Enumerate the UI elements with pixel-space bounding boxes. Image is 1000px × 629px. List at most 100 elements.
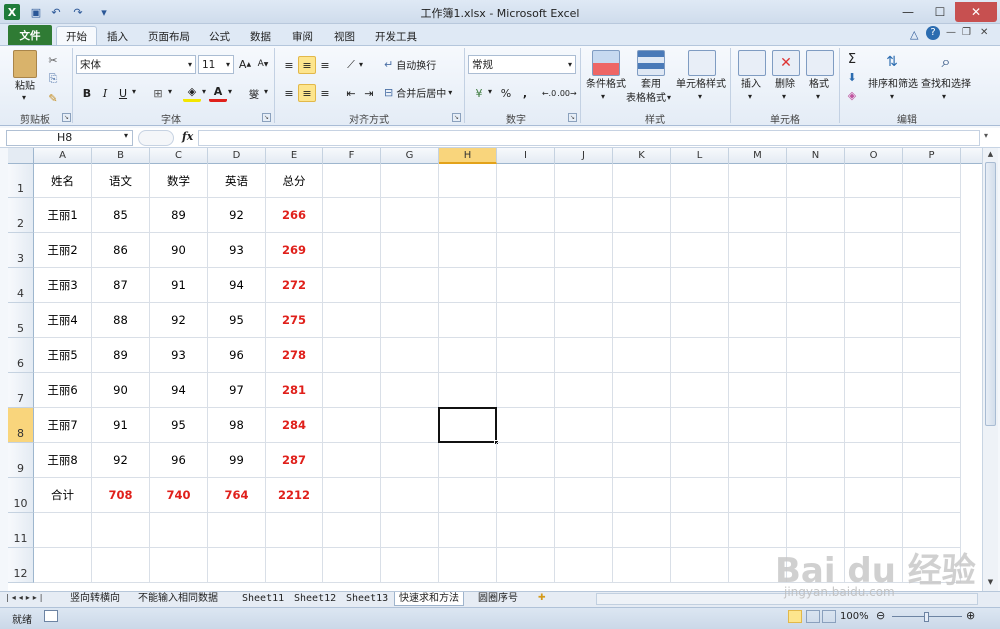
cell-p8[interactable] xyxy=(903,408,961,443)
cell-o8[interactable] xyxy=(845,408,903,443)
sheet-tab-active[interactable]: 快速求和方法 xyxy=(394,592,464,606)
autosum-icon[interactable]: Σ xyxy=(843,50,861,68)
paste-label[interactable]: 粘贴 xyxy=(10,80,40,93)
find-select-icon[interactable]: ⌕ xyxy=(932,50,960,76)
cell-e12[interactable] xyxy=(266,548,323,583)
cell-d6[interactable]: 96 xyxy=(208,338,266,373)
clear-icon[interactable]: ◈ xyxy=(843,86,861,104)
cell-a3[interactable]: 王丽2 xyxy=(34,233,92,268)
cell-h2[interactable] xyxy=(439,198,497,233)
zoom-in-icon[interactable]: ⊕ xyxy=(966,609,975,622)
cell-k2[interactable] xyxy=(613,198,671,233)
cell-a4[interactable]: 王丽3 xyxy=(34,268,92,303)
align-top-icon[interactable]: ≡ xyxy=(280,56,298,74)
paste-icon[interactable] xyxy=(13,50,37,78)
cell-o2[interactable] xyxy=(845,198,903,233)
cell-d12[interactable] xyxy=(208,548,266,583)
cell-g11[interactable] xyxy=(381,513,439,548)
cell-b2[interactable]: 85 xyxy=(92,198,150,233)
cell-a8[interactable]: 王丽7 xyxy=(34,408,92,443)
cell-p10[interactable] xyxy=(903,478,961,513)
tab-view[interactable]: 视图 xyxy=(325,26,364,46)
cell-f1[interactable] xyxy=(323,164,381,198)
cell-n3[interactable] xyxy=(787,233,845,268)
cell-k5[interactable] xyxy=(613,303,671,338)
cell-m6[interactable] xyxy=(729,338,787,373)
cell-n1[interactable] xyxy=(787,164,845,198)
cell-k8[interactable] xyxy=(613,408,671,443)
cell-m10[interactable] xyxy=(729,478,787,513)
column-header-a[interactable]: A xyxy=(34,148,92,164)
cell-c3[interactable]: 90 xyxy=(150,233,208,268)
cell-m7[interactable] xyxy=(729,373,787,408)
cell-k9[interactable] xyxy=(613,443,671,478)
tab-formulas[interactable]: 公式 xyxy=(200,26,239,46)
tab-review[interactable]: 审阅 xyxy=(283,26,322,46)
column-header-d[interactable]: D xyxy=(208,148,266,164)
scroll-down-icon[interactable]: ▼ xyxy=(985,578,996,588)
cell-m1[interactable] xyxy=(729,164,787,198)
font-name-select[interactable]: 宋体 ▾ xyxy=(76,55,196,74)
row-header-12[interactable]: 12 xyxy=(8,548,34,583)
cell-a6[interactable]: 王丽5 xyxy=(34,338,92,373)
cell-p7[interactable] xyxy=(903,373,961,408)
cell-k12[interactable] xyxy=(613,548,671,583)
font-color-icon[interactable]: A xyxy=(209,84,227,102)
row-header-11[interactable]: 11 xyxy=(8,513,34,548)
cell-p2[interactable] xyxy=(903,198,961,233)
cell-b9[interactable]: 92 xyxy=(92,443,150,478)
sheet-tab[interactable]: Sheet13 xyxy=(342,592,392,606)
italic-button[interactable]: I xyxy=(96,84,114,102)
cell-p6[interactable] xyxy=(903,338,961,373)
cell-n7[interactable] xyxy=(787,373,845,408)
fill-color-dropdown-icon[interactable]: ▾ xyxy=(202,87,206,96)
sort-filter-icon[interactable]: ⇅ xyxy=(878,50,906,76)
cell-j8[interactable] xyxy=(555,408,613,443)
cell-o3[interactable] xyxy=(845,233,903,268)
cut-icon[interactable]: ✂ xyxy=(44,51,62,69)
cell-h9[interactable] xyxy=(439,443,497,478)
cell-l6[interactable] xyxy=(671,338,729,373)
row-header-5[interactable]: 5 xyxy=(8,303,34,338)
cell-o5[interactable] xyxy=(845,303,903,338)
cell-f8[interactable] xyxy=(323,408,381,443)
cell-j5[interactable] xyxy=(555,303,613,338)
format-cells-icon[interactable] xyxy=(806,50,834,76)
number-format-select[interactable]: 常规 ▾ xyxy=(468,55,576,74)
cell-i4[interactable] xyxy=(497,268,555,303)
cell-o7[interactable] xyxy=(845,373,903,408)
cell-b6[interactable]: 89 xyxy=(92,338,150,373)
tab-file[interactable]: 文件 xyxy=(8,25,52,45)
cell-e6[interactable]: 278 xyxy=(266,338,323,373)
phonetic-guide-icon[interactable]: 燮 xyxy=(244,84,264,102)
cell-g1[interactable] xyxy=(381,164,439,198)
cell-n2[interactable] xyxy=(787,198,845,233)
row-header-9[interactable]: 9 xyxy=(8,443,34,478)
cell-l7[interactable] xyxy=(671,373,729,408)
percent-button[interactable]: % xyxy=(497,84,515,102)
cell-l10[interactable] xyxy=(671,478,729,513)
insert-cells-label[interactable]: 插入 xyxy=(734,78,768,91)
orientation-icon[interactable]: ⟋ xyxy=(342,56,360,74)
align-middle-icon[interactable]: ≡ xyxy=(298,56,316,74)
cell-i10[interactable] xyxy=(497,478,555,513)
format-cells-label[interactable]: 格式 xyxy=(802,78,836,91)
insert-sheet-icon[interactable]: ✚ xyxy=(538,593,546,603)
sheet-nav-icon[interactable]: |◂◂▸▸| xyxy=(6,593,45,602)
format-as-table-dropdown-icon[interactable]: ▾ xyxy=(667,93,671,102)
paste-dropdown-icon[interactable]: ▾ xyxy=(22,93,26,102)
cell-m2[interactable] xyxy=(729,198,787,233)
cell-h1[interactable] xyxy=(439,164,497,198)
cell-d1[interactable]: 英语 xyxy=(208,164,266,198)
number-launcher-icon[interactable]: ↘ xyxy=(568,113,577,122)
sheet-tab[interactable]: 圆圈序号 xyxy=(474,592,522,606)
column-header-f[interactable]: F xyxy=(323,148,381,164)
insert-cells-icon[interactable] xyxy=(738,50,766,76)
fill-color-icon[interactable]: ◈ xyxy=(183,84,201,102)
align-right-icon[interactable]: ≡ xyxy=(316,84,334,102)
name-box[interactable]: H8 xyxy=(6,130,133,146)
expand-formula-bar-icon[interactable]: ▾ xyxy=(984,131,988,140)
cell-g10[interactable] xyxy=(381,478,439,513)
cell-n9[interactable] xyxy=(787,443,845,478)
row-header-8[interactable]: 8 xyxy=(8,408,34,443)
